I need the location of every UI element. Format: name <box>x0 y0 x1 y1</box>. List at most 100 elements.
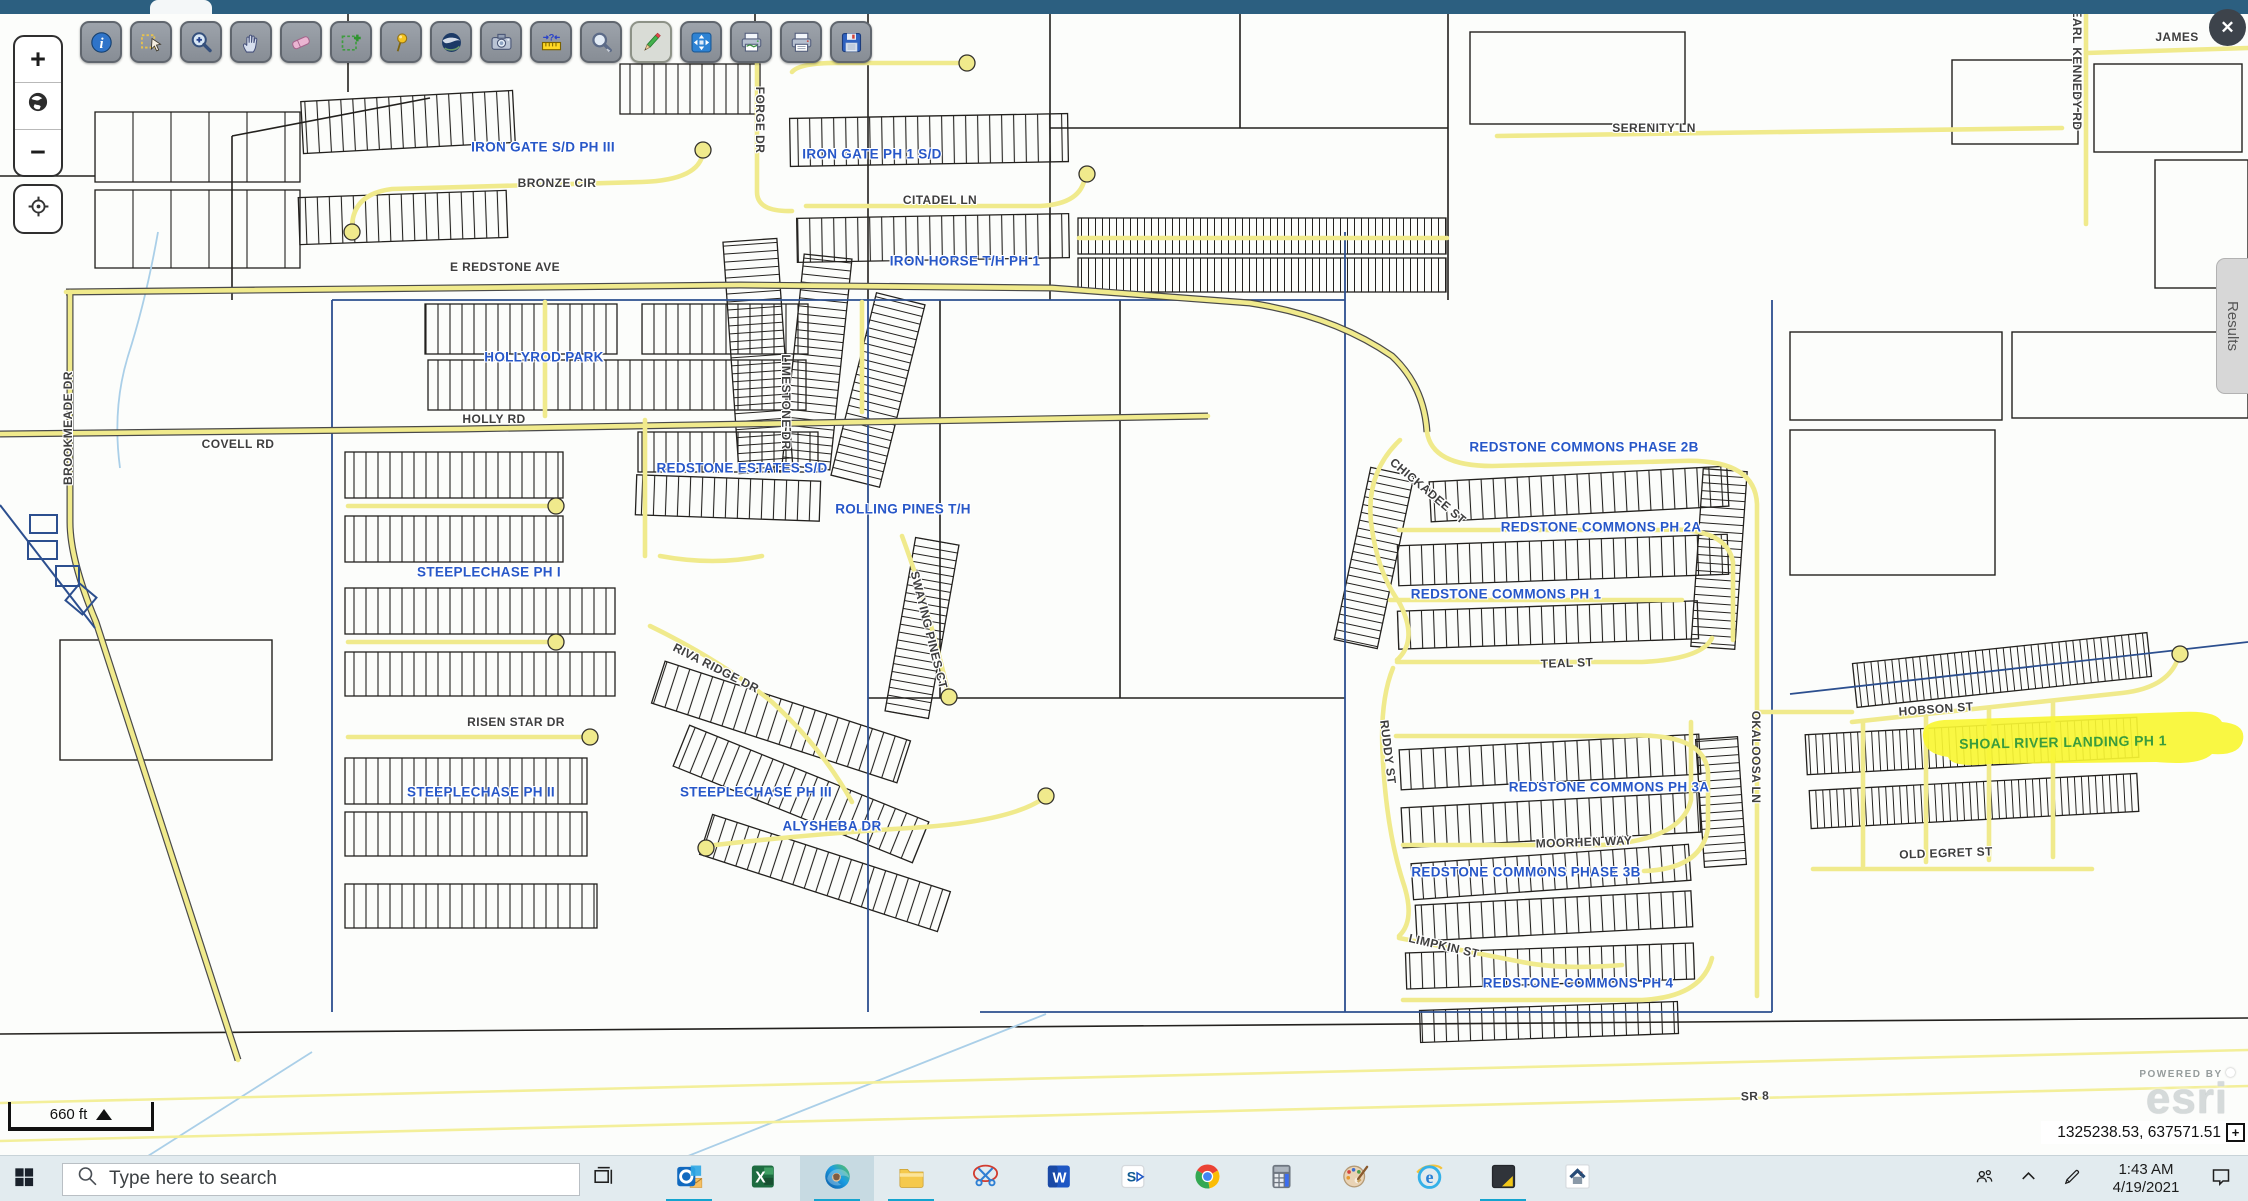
windows-taskbar: Type here to search X W Se 1:43 AM 4/19/20… <box>0 1155 2248 1201</box>
coordinates-value: 1325238.53, 637571.51 <box>2057 1124 2221 1142</box>
edge-icon <box>822 1161 853 1197</box>
measure-ruler-icon: ? <box>538 29 565 56</box>
boundary-lines <box>332 232 2248 1012</box>
full-extent-globe-button[interactable] <box>15 83 61 129</box>
measure-tool-button[interactable]: ? <box>530 21 572 63</box>
taskbar-clock[interactable]: 1:43 AM 4/19/2021 <box>2094 1161 2198 1197</box>
svg-text:?: ? <box>548 32 554 43</box>
browser-titlebar <box>0 0 2248 14</box>
search-tool-button[interactable] <box>580 21 622 63</box>
save-tool-button[interactable] <box>830 21 872 63</box>
task-view-icon <box>591 1164 616 1194</box>
clock-date: 4/19/2021 <box>2094 1179 2198 1197</box>
taskbar-search-input[interactable]: Type here to search <box>62 1163 580 1196</box>
parcel-blocks <box>298 64 1729 1042</box>
pan-hand-icon <box>238 29 265 56</box>
sharepoint-icon: S <box>1118 1161 1149 1197</box>
locate-button[interactable] <box>13 184 63 234</box>
file-explorer-icon <box>896 1161 927 1197</box>
flagged-parcels <box>0 505 96 628</box>
snipping-tool-icon <box>970 1161 1001 1197</box>
map-viewport[interactable]: IRON GATE S/D PH IIIIRON GATE PH 1 S/DIR… <box>0 14 2248 1155</box>
pan-tool-button[interactable] <box>230 21 272 63</box>
coordinates-readout: 1325238.53, 637571.51 + <box>2041 1121 2248 1144</box>
scale-bar-label: 660 ft <box>50 1106 88 1123</box>
parcel-map-canvas[interactable] <box>0 14 2248 1155</box>
snapshot-tool-button[interactable] <box>480 21 522 63</box>
print-tool-button[interactable] <box>780 21 822 63</box>
chrome-icon <box>1192 1161 1223 1197</box>
system-tray: 1:43 AM 4/19/2021 <box>1962 1156 2248 1201</box>
svg-text:W: W <box>1052 1170 1066 1186</box>
draw-tool-button[interactable] <box>630 21 672 63</box>
taskbar-app-paint[interactable] <box>1318 1156 1392 1201</box>
highway-sr8-lines <box>0 1050 2248 1141</box>
pushpin-tool-button[interactable] <box>380 21 422 63</box>
zoom-extent-tool-button[interactable] <box>680 21 722 63</box>
house-app-icon <box>1562 1161 1593 1197</box>
calculator-icon <box>1266 1161 1297 1197</box>
add-selection-icon <box>338 29 365 56</box>
taskbar-app-snipping-tool[interactable] <box>948 1156 1022 1201</box>
taskbar-app-excel[interactable]: X <box>726 1156 800 1201</box>
word-icon: W <box>1044 1161 1075 1197</box>
crosshair-icon <box>25 193 52 225</box>
svg-text:X: X <box>755 1169 766 1186</box>
excel-icon: X <box>748 1161 779 1197</box>
action-center-icon <box>2209 1165 2233 1194</box>
identify-tool-button[interactable]: i <box>80 21 122 63</box>
pen-icon <box>2061 1165 2084 1193</box>
taskbar-app-file-explorer[interactable] <box>874 1156 948 1201</box>
earth-view-tool-button[interactable] <box>430 21 472 63</box>
erase-tool-button[interactable] <box>280 21 322 63</box>
earth-globe-icon <box>438 29 465 56</box>
taskbar-app-chrome[interactable] <box>1170 1156 1244 1201</box>
svg-text:S: S <box>1126 1170 1135 1186</box>
zoom-out-button[interactable]: − <box>15 130 61 175</box>
plus-box-icon[interactable]: + <box>2226 1123 2245 1142</box>
tray-hidden-icons-button[interactable] <box>2006 1156 2050 1201</box>
pencil-icon <box>638 29 665 56</box>
camera-icon <box>488 29 515 56</box>
action-center-button[interactable] <box>2198 1156 2244 1201</box>
taskbar-app-internet-explorer[interactable]: e <box>1392 1156 1466 1201</box>
scale-bar: 660 ft <box>8 1102 154 1131</box>
zoom-in-magnifier-icon <box>188 29 215 56</box>
clock-time: 1:43 AM <box>2094 1161 2198 1179</box>
chevron-up-icon <box>2017 1165 2040 1193</box>
windows-logo-icon <box>11 1164 37 1195</box>
taskbar-apps: X W Se <box>652 1156 1614 1201</box>
browser-tab-stub[interactable] <box>150 0 212 14</box>
zoom-in-button[interactable]: + <box>15 37 61 83</box>
taskbar-app-property-app[interactable] <box>1540 1156 1614 1201</box>
add-selection-tool-button[interactable] <box>330 21 372 63</box>
section-lines <box>0 14 2248 1034</box>
globe-icon <box>25 89 51 122</box>
taskbar-app-gis-app[interactable] <box>1466 1156 1540 1201</box>
parcel-blocks-wide <box>95 112 300 268</box>
internet-explorer-icon: e <box>1414 1161 1445 1197</box>
eraser-icon <box>288 29 315 56</box>
tray-windows-ink-button[interactable] <box>2050 1156 2094 1201</box>
close-button[interactable]: ✕ <box>2209 9 2246 46</box>
taskbar-app-word[interactable]: W <box>1022 1156 1096 1201</box>
taskbar-app-edge[interactable] <box>800 1156 874 1201</box>
paint-icon <box>1340 1161 1371 1197</box>
taskbar-app-outlook[interactable] <box>652 1156 726 1201</box>
taskbar-app-sharepoint[interactable]: S <box>1096 1156 1170 1201</box>
tray-people-button[interactable] <box>1962 1156 2006 1201</box>
export-map-tool-button[interactable] <box>730 21 772 63</box>
task-view-button[interactable] <box>580 1156 626 1201</box>
start-button[interactable] <box>0 1156 48 1201</box>
taskbar-app-calculator[interactable] <box>1244 1156 1318 1201</box>
search-highlight-blob <box>1923 712 2243 765</box>
map-toolbar: i? <box>80 21 872 63</box>
zoom-in-tool-button[interactable] <box>180 21 222 63</box>
search-magnifier-icon <box>588 29 615 56</box>
outlook-icon <box>674 1161 705 1197</box>
results-tab[interactable]: Results <box>2216 258 2248 394</box>
search-icon <box>75 1164 99 1194</box>
save-floppy-icon <box>838 29 865 56</box>
zoom-control-panel: + − <box>13 35 63 177</box>
select-features-tool-button[interactable] <box>130 21 172 63</box>
